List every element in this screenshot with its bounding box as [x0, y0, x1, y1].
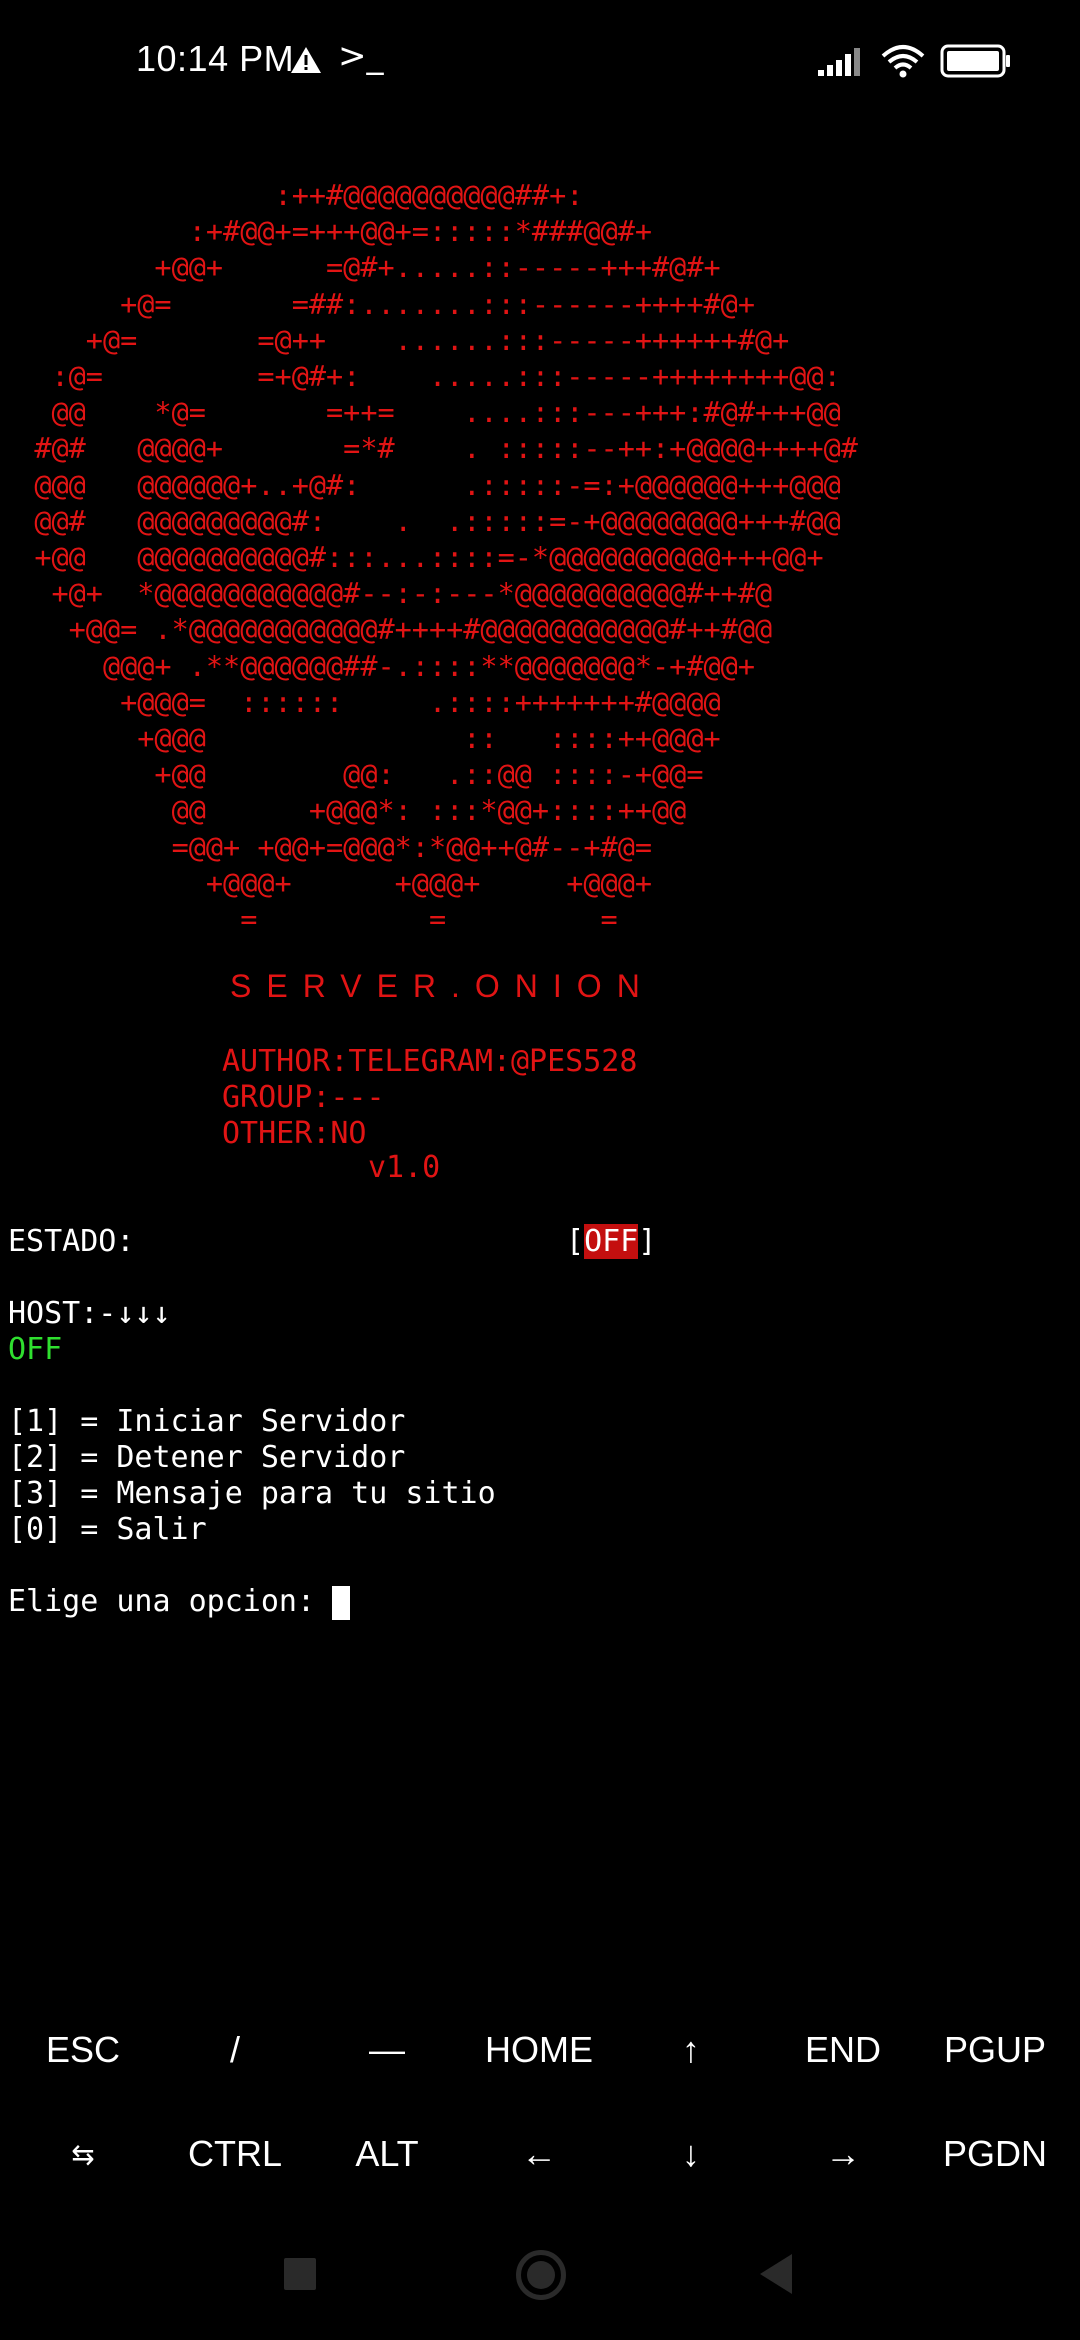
- back-icon[interactable]: [760, 2254, 792, 2294]
- other-line: OTHER:NO: [222, 1116, 367, 1151]
- ascii-logo: :++#@@@@@@@@@@##+: :+#@@+=+++@@+=:::::*#…: [34, 179, 858, 937]
- ctrl-key[interactable]: CTRL: [160, 2106, 310, 2202]
- author-line: AUTHOR:TELEGRAM:@PES528: [222, 1044, 638, 1079]
- status-badge: OFF: [584, 1224, 639, 1259]
- right-arrow-key[interactable]: →: [768, 2106, 918, 2202]
- host-label: HOST:-↓↓↓: [8, 1296, 171, 1331]
- menu-option-1: [1] = Iniciar Servidor: [8, 1404, 406, 1439]
- slash-key[interactable]: /: [160, 2002, 310, 2098]
- version-label: v1.0: [368, 1150, 441, 1185]
- pgdn-key[interactable]: PGDN: [920, 2106, 1070, 2202]
- estado-label: ESTADO:: [8, 1224, 135, 1259]
- recents-icon[interactable]: [284, 2258, 316, 2290]
- pgup-key[interactable]: PGUP: [920, 2002, 1070, 2098]
- navigation-bar: [0, 2220, 1080, 2340]
- end-key[interactable]: END: [768, 2002, 918, 2098]
- tab-key[interactable]: ⇆: [8, 2106, 158, 2202]
- esc-key[interactable]: ESC: [8, 2002, 158, 2098]
- group-line: GROUP:---: [222, 1080, 385, 1115]
- menu-option-0: [0] = Salir: [8, 1512, 207, 1547]
- battery-icon: [940, 44, 1012, 82]
- home-key[interactable]: HOME: [464, 2002, 614, 2098]
- left-arrow-key[interactable]: ←: [464, 2106, 614, 2202]
- alt-key[interactable]: ALT: [312, 2106, 462, 2202]
- warning-icon: [290, 46, 322, 78]
- status-time: 10:14 PM: [136, 38, 295, 79]
- banner-title: SERVER.ONION: [230, 968, 655, 1004]
- status-bar: 10:14 PM >_: [0, 0, 1080, 120]
- menu-option-3: [3] = Mensaje para tu sitio: [8, 1476, 496, 1511]
- option-menu: [1] = Iniciar Servidor [2] = Detener Ser…: [8, 1404, 496, 1548]
- host-value: OFF: [8, 1332, 63, 1367]
- down-arrow-key[interactable]: ↓: [616, 2106, 766, 2202]
- up-arrow-key[interactable]: ↑: [616, 2002, 766, 2098]
- terminal-icon: >_: [338, 36, 384, 76]
- signal-icon: [818, 46, 866, 80]
- banner-info: AUTHOR:TELEGRAM:@PES528 GROUP:--- OTHER:…: [222, 1044, 637, 1152]
- input-prompt: Elige una opcion:: [8, 1584, 316, 1619]
- menu-option-2: [2] = Detener Servidor: [8, 1440, 406, 1475]
- dash-key[interactable]: —: [312, 2002, 462, 2098]
- wifi-icon: [880, 44, 926, 82]
- terminal-cursor[interactable]: [332, 1586, 350, 1620]
- home-icon[interactable]: [516, 2250, 566, 2300]
- estado-status: [OFF]: [566, 1224, 657, 1259]
